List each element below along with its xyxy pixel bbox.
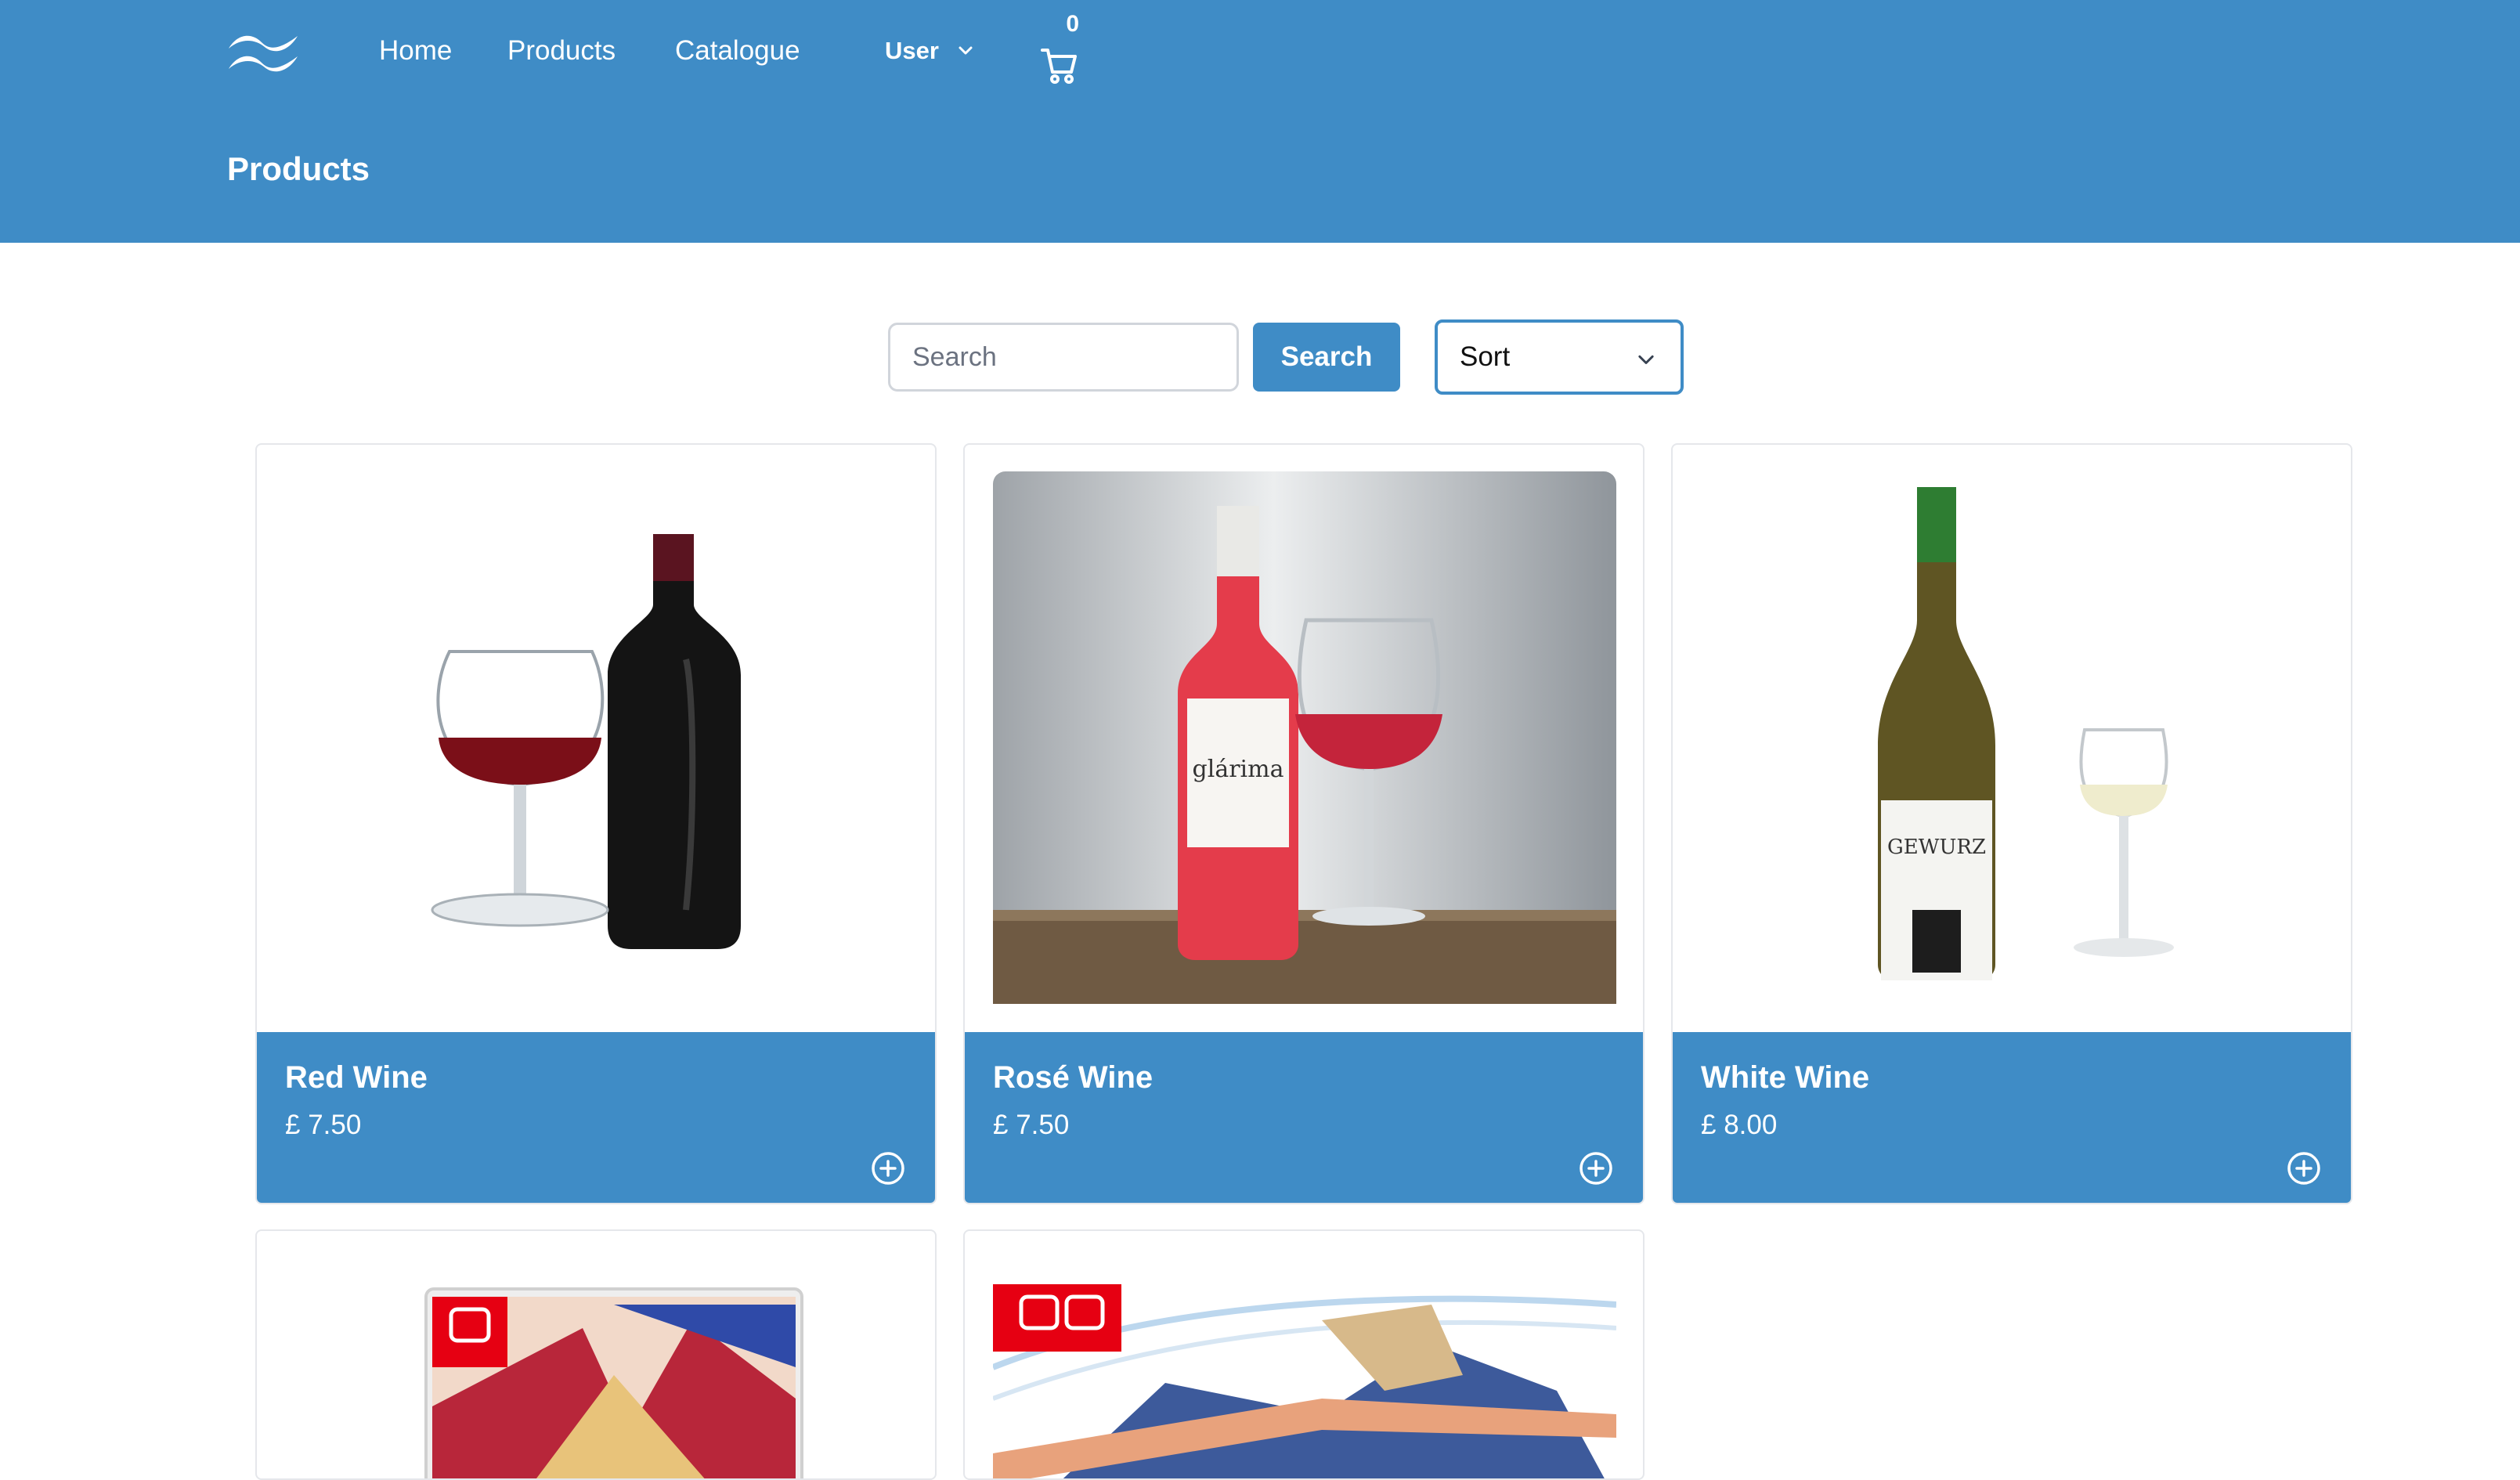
sort-select[interactable]: Sort <box>1435 319 1684 395</box>
logo-icon[interactable] <box>226 30 301 75</box>
product-image-switch-game[interactable] <box>285 1258 908 1480</box>
chevron-down-icon <box>1638 355 1654 364</box>
chevron-down-icon <box>959 46 973 55</box>
sort-label: Sort <box>1460 341 1511 372</box>
product-card[interactable]: Red Wine £ 7.50 <box>255 443 937 1204</box>
product-card[interactable]: GEWURZ White Wine £ 8.00 <box>1671 443 2352 1204</box>
product-card[interactable] <box>255 1229 937 1480</box>
add-circle-icon[interactable] <box>2285 1150 2323 1187</box>
product-price: £ 8.00 <box>1701 1110 1778 1140</box>
add-circle-icon[interactable] <box>869 1150 907 1187</box>
svg-text:glárima: glárima <box>1193 756 1284 783</box>
product-price: £ 7.50 <box>993 1110 1070 1140</box>
user-menu[interactable]: User <box>885 31 975 70</box>
product-info: Rosé Wine £ 7.50 <box>965 1032 1643 1203</box>
svg-text:GEWURZ: GEWURZ <box>1887 836 1986 859</box>
user-menu-label: User <box>885 37 939 64</box>
nav-products[interactable]: Products <box>507 31 616 70</box>
product-image-switch-artwork[interactable] <box>993 1258 1616 1480</box>
header: Home Products Catalogue User 0 Products <box>0 0 2520 243</box>
add-circle-icon[interactable] <box>1577 1150 1615 1187</box>
product-info: White Wine £ 8.00 <box>1673 1032 2351 1203</box>
cart-button[interactable]: 0 <box>1035 11 1082 86</box>
cart-icon <box>1041 49 1077 84</box>
product-image-red-wine[interactable] <box>285 471 908 1004</box>
product-name: White Wine <box>1701 1060 1870 1095</box>
product-name: Rosé Wine <box>993 1060 1153 1095</box>
nav-home[interactable]: Home <box>379 31 452 70</box>
product-image-white-wine[interactable]: GEWURZ <box>1701 471 2324 1004</box>
product-name: Red Wine <box>285 1060 428 1095</box>
product-card[interactable] <box>963 1229 1644 1480</box>
cart-count: 0 <box>1066 11 1079 37</box>
product-card[interactable]: glárima Rosé Wine £ 7.50 <box>963 443 1644 1204</box>
product-image-rose-wine[interactable]: glárima <box>993 471 1616 1004</box>
product-info: Red Wine £ 7.50 <box>257 1032 935 1203</box>
nav-catalogue[interactable]: Catalogue <box>675 31 800 70</box>
search-button[interactable]: Search <box>1253 323 1400 392</box>
page-title: Products <box>227 150 370 187</box>
search-input[interactable] <box>888 323 1239 392</box>
product-price: £ 7.50 <box>285 1110 362 1140</box>
